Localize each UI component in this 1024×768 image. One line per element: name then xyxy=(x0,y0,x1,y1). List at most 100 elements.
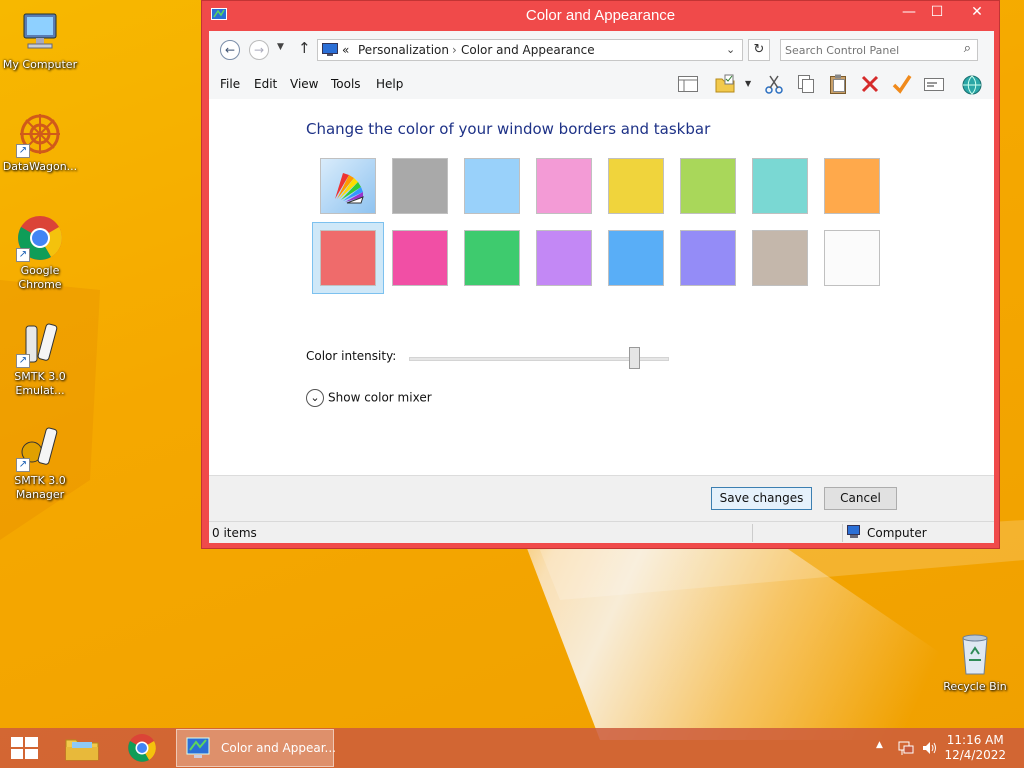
recycle-bin-icon xyxy=(951,630,999,678)
menu-view[interactable]: View xyxy=(290,77,318,91)
layout-pane-icon[interactable] xyxy=(677,73,699,95)
chrome-icon: ↗ xyxy=(16,214,64,262)
volume-icon[interactable] xyxy=(921,739,939,760)
color-swatch[interactable] xyxy=(456,222,528,294)
back-button[interactable]: ← xyxy=(220,40,240,60)
system-clock[interactable]: 11:16 AM 12/4/2022 xyxy=(944,733,1006,763)
color-swatch-fill xyxy=(752,230,808,286)
window-title: Color and Appearance xyxy=(525,7,676,24)
color-swatch[interactable] xyxy=(312,150,384,222)
desktop-icon-datawagon[interactable]: ↗ DataWagon... xyxy=(0,110,80,174)
datawagon-icon: ↗ xyxy=(16,110,64,158)
search-icon[interactable]: ⌕ xyxy=(964,41,971,56)
taskbar: Color and Appear... ▲ 11:16 AM 12/4/2022 xyxy=(0,728,1024,768)
color-swatch-fill xyxy=(464,158,520,214)
delete-icon[interactable] xyxy=(859,73,881,95)
cancel-button[interactable]: Cancel xyxy=(824,487,897,510)
paste-icon[interactable] xyxy=(827,73,849,95)
address-bar[interactable]: « Personalization › Color and Appearance… xyxy=(317,39,743,61)
network-icon[interactable] xyxy=(897,739,915,760)
cut-icon[interactable] xyxy=(763,73,785,95)
status-bar: 0 items Computer xyxy=(209,521,994,543)
color-swatch[interactable] xyxy=(672,222,744,294)
menu-tools[interactable]: Tools xyxy=(331,77,361,91)
color-swatch-fill xyxy=(320,230,376,286)
properties-icon[interactable] xyxy=(923,73,945,95)
color-swatch-fill xyxy=(752,158,808,214)
color-swatch[interactable] xyxy=(672,150,744,222)
folder-icon xyxy=(65,739,99,761)
refresh-button[interactable]: ↻ xyxy=(748,39,770,61)
color-intensity-slider-thumb[interactable] xyxy=(628,347,640,369)
clock-date: 12/4/2022 xyxy=(944,748,1006,762)
recent-pages-dropdown[interactable]: ▼ xyxy=(277,42,284,52)
show-hidden-icons-button[interactable]: ▲ xyxy=(876,740,883,750)
forward-button[interactable]: → xyxy=(249,40,269,60)
taskbar-color-appearance[interactable]: Color and Appear... xyxy=(176,729,336,767)
desktop-icon-smtk-emulator[interactable]: ↗ SMTK 3.0 Emulat... xyxy=(0,320,80,398)
address-dropdown-icon[interactable]: ⌄ xyxy=(726,43,735,56)
save-changes-button[interactable]: Save changes xyxy=(711,487,812,510)
breadcrumb-color-appearance[interactable]: Color and Appearance xyxy=(461,43,595,57)
color-swatch-fill xyxy=(536,230,592,286)
up-button[interactable]: ↑ xyxy=(298,39,311,57)
color-swatch[interactable] xyxy=(384,150,456,222)
folder-options-dropdown[interactable]: ▼ xyxy=(745,79,751,88)
address-row: ← → ▼ ↑ « Personalization › Color and Ap… xyxy=(209,31,994,69)
minimize-button[interactable]: — xyxy=(894,1,924,23)
search-input[interactable] xyxy=(785,42,953,58)
control-panel-icon xyxy=(322,43,338,60)
show-color-mixer-toggle[interactable]: ⌄ Show color mixer xyxy=(306,389,432,407)
color-swatch[interactable] xyxy=(456,150,528,222)
desktop-icon-label: SMTK 3.0 Manager xyxy=(14,474,66,501)
address-prefix[interactable]: « xyxy=(342,43,349,57)
desktop-icon-smtk-manager[interactable]: ↗ SMTK 3.0 Manager xyxy=(0,424,80,502)
window-client: ← → ▼ ↑ « Personalization › Color and Ap… xyxy=(209,31,994,543)
maximize-button[interactable]: ☐ xyxy=(922,1,952,23)
breadcrumb-personalization[interactable]: Personalization xyxy=(358,43,449,57)
shortcut-arrow-icon: ↗ xyxy=(16,248,30,262)
color-swatch-fill xyxy=(608,158,664,214)
color-swatch-fill xyxy=(608,230,664,286)
status-divider xyxy=(752,524,753,542)
color-swatch[interactable] xyxy=(816,222,888,294)
color-swatch[interactable] xyxy=(600,150,672,222)
color-swatch-fill xyxy=(824,230,880,286)
color-swatch-fill xyxy=(464,230,520,286)
control-panel-icon xyxy=(186,737,210,758)
shortcut-arrow-icon: ↗ xyxy=(16,144,30,158)
show-color-mixer-label: Show color mixer xyxy=(328,390,432,405)
desktop-icon-recycle-bin[interactable]: Recycle Bin xyxy=(935,630,1015,694)
page-heading: Change the color of your window borders … xyxy=(306,120,711,138)
desktop-icon-label: Google Chrome xyxy=(18,264,62,291)
menu-file[interactable]: File xyxy=(220,77,240,91)
color-swatch[interactable] xyxy=(384,222,456,294)
title-bar[interactable]: Color and Appearance — ☐ ✕ xyxy=(202,1,999,31)
color-swatch[interactable] xyxy=(528,222,600,294)
color-swatch[interactable] xyxy=(600,222,672,294)
color-swatch[interactable] xyxy=(744,150,816,222)
start-button[interactable] xyxy=(0,728,48,768)
color-swatch[interactable] xyxy=(816,150,888,222)
desktop-icon-my-computer[interactable]: My Computer xyxy=(0,8,80,72)
network-globe-icon[interactable] xyxy=(961,73,983,95)
taskbar-chrome[interactable] xyxy=(120,728,164,768)
color-swatch[interactable] xyxy=(528,150,600,222)
close-button[interactable]: ✕ xyxy=(954,1,1000,23)
breadcrumb-separator: › xyxy=(452,43,457,57)
desktop-icon-label: DataWagon... xyxy=(2,160,78,173)
taskbar-file-explorer[interactable] xyxy=(60,728,104,768)
menu-edit[interactable]: Edit xyxy=(254,77,277,91)
color-swatch[interactable] xyxy=(744,222,816,294)
copy-icon[interactable] xyxy=(795,73,817,95)
desktop-icon-chrome[interactable]: ↗ Google Chrome xyxy=(0,214,80,292)
checkmark-icon[interactable] xyxy=(891,73,913,95)
search-box[interactable]: ⌕ xyxy=(780,39,978,61)
color-swatch[interactable] xyxy=(312,222,384,294)
dialog-footer: Save changes Cancel xyxy=(209,475,994,521)
taskbar-app-label: Color and Appear... xyxy=(221,741,336,755)
folder-options-icon[interactable] xyxy=(714,73,736,95)
status-divider xyxy=(842,524,843,542)
smtk-manager-icon: ↗ xyxy=(16,424,64,472)
menu-help[interactable]: Help xyxy=(376,77,403,91)
